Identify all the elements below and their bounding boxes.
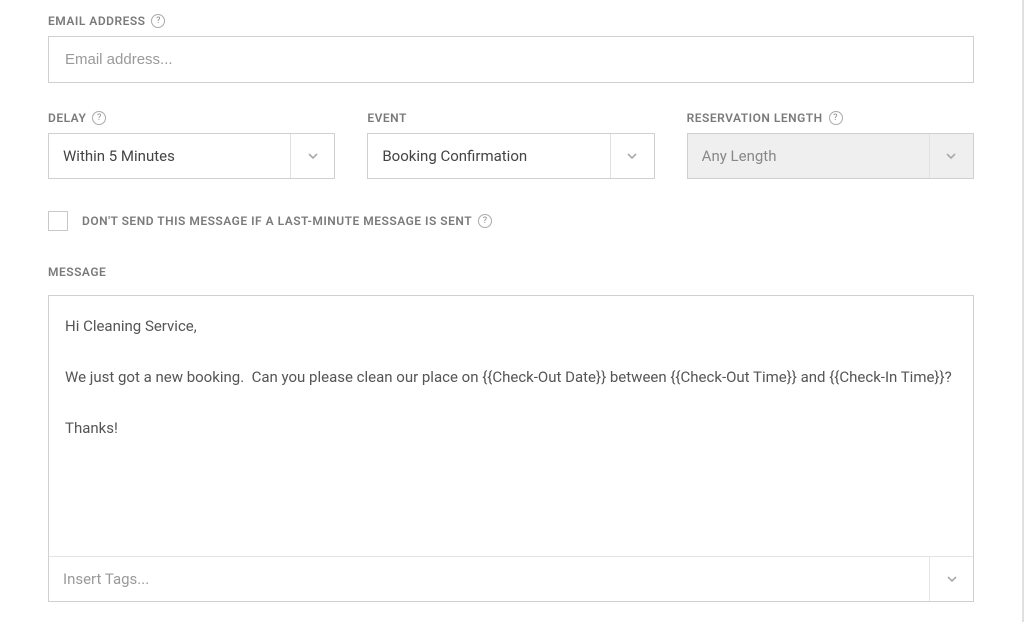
email-label-text: EMAIL ADDRESS [48, 14, 145, 28]
insert-tags-select[interactable]: Insert Tags... [49, 556, 973, 601]
reservation-length-label: RESERVATION LENGTH ? [687, 111, 974, 125]
event-label-text: EVENT [367, 111, 407, 125]
message-box: Hi Cleaning Service, We just got a new b… [48, 295, 974, 602]
delay-label: DELAY ? [48, 111, 335, 125]
message-label-text: MESSAGE [48, 265, 106, 279]
last-minute-checkbox[interactable] [48, 211, 68, 231]
email-input[interactable] [48, 36, 974, 83]
delay-value: Within 5 Minutes [49, 134, 290, 178]
insert-tags-placeholder: Insert Tags... [49, 557, 929, 601]
email-label: EMAIL ADDRESS ? [48, 14, 165, 28]
event-select[interactable]: Booking Confirmation [367, 133, 654, 179]
chevron-down-icon [290, 134, 334, 178]
chevron-down-icon [929, 134, 973, 178]
message-label: MESSAGE [48, 265, 106, 279]
delay-select[interactable]: Within 5 Minutes [48, 133, 335, 179]
help-icon[interactable]: ? [151, 14, 165, 28]
event-label: EVENT [367, 111, 654, 125]
delay-label-text: DELAY [48, 111, 86, 125]
reservation-length-label-text: RESERVATION LENGTH [687, 111, 823, 125]
chevron-down-icon [610, 134, 654, 178]
reservation-length-value: Any Length [688, 134, 929, 178]
chevron-down-icon [929, 557, 973, 601]
last-minute-label: DON'T SEND THIS MESSAGE IF A LAST-MINUTE… [82, 214, 492, 228]
reservation-length-select[interactable]: Any Length [687, 133, 974, 179]
message-textarea[interactable]: Hi Cleaning Service, We just got a new b… [49, 296, 973, 556]
last-minute-label-text: DON'T SEND THIS MESSAGE IF A LAST-MINUTE… [82, 214, 472, 228]
help-icon[interactable]: ? [92, 111, 106, 125]
event-value: Booking Confirmation [368, 134, 609, 178]
help-icon[interactable]: ? [478, 214, 492, 228]
help-icon[interactable]: ? [829, 111, 843, 125]
